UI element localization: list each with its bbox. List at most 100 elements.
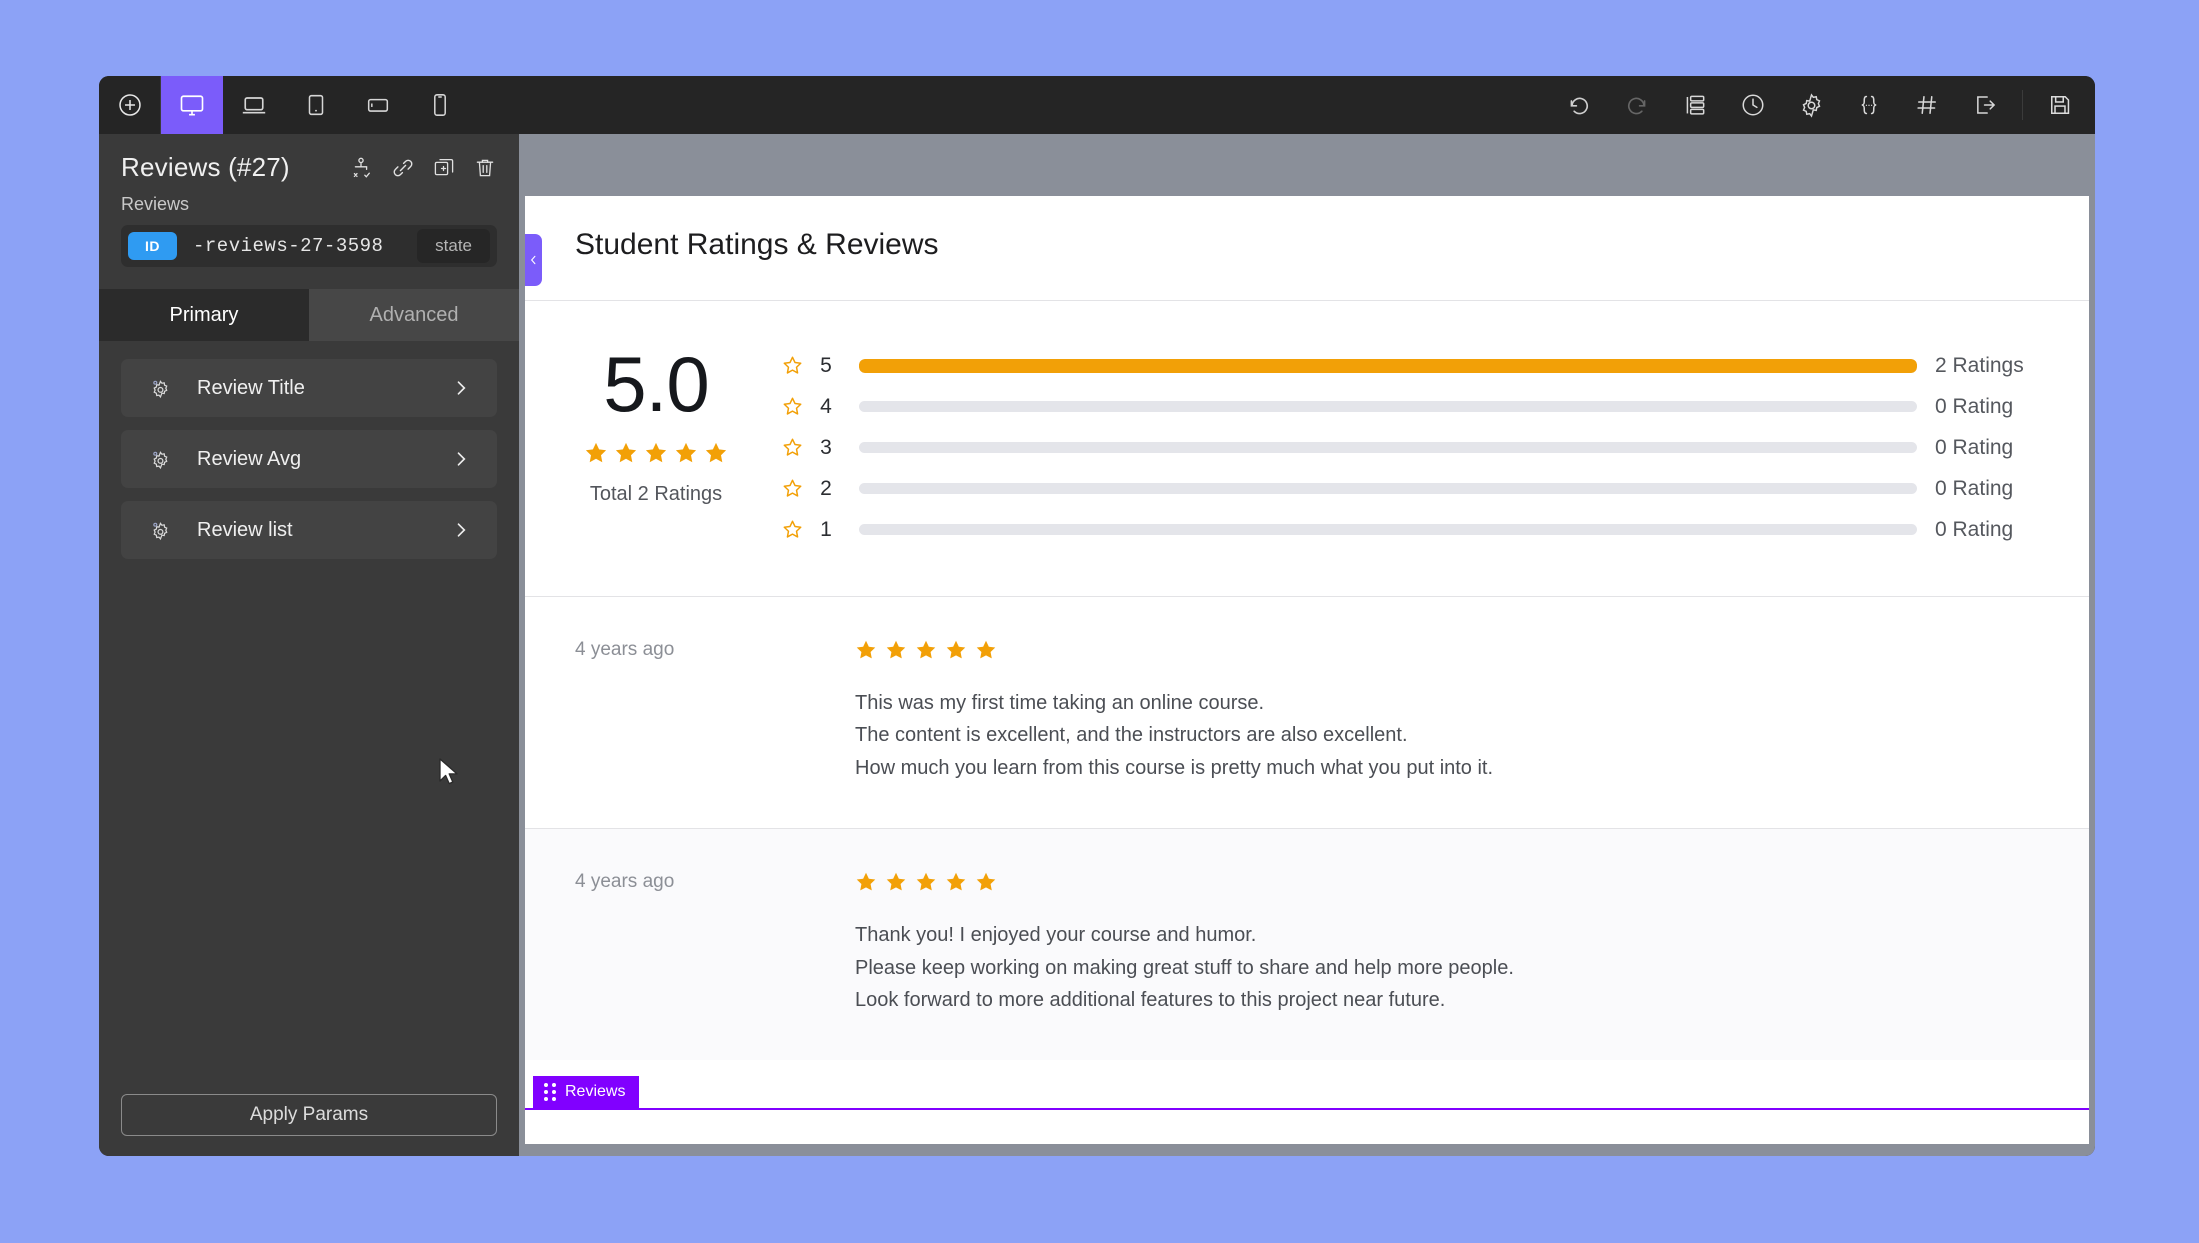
param-row-review-title[interactable]: Review Title — [121, 359, 497, 417]
param-row-review-avg[interactable]: Review Avg — [121, 430, 497, 488]
component-badge-label: Reviews — [565, 1083, 626, 1100]
rating-count-label: 0 Rating — [1935, 476, 2014, 500]
canvas-viewport: Student Ratings & Reviews 5.0 Total 2 Ra… — [519, 134, 2095, 1156]
rating-row: 2 0 Rating — [775, 468, 2085, 509]
star-outline-icon — [775, 437, 809, 458]
device-mobile-button[interactable] — [409, 76, 471, 134]
top-toolbar — [99, 76, 2095, 134]
chevron-right-icon — [457, 452, 466, 466]
review-text-line: How much you learn from this course is p… — [855, 756, 1494, 779]
chevron-right-icon — [457, 381, 466, 395]
duplicate-icon[interactable] — [432, 156, 456, 180]
tab-advanced[interactable]: Advanced — [309, 289, 519, 341]
rating-bar-fill — [859, 358, 1917, 373]
add-icon — [118, 94, 141, 116]
device-toolbar — [99, 76, 471, 134]
star-outline-icon — [775, 355, 809, 376]
collapse-panel-button[interactable] — [525, 234, 542, 286]
mobile-icon — [434, 94, 446, 116]
page-title: Reviews (#27) — [121, 152, 290, 182]
drag-handle-icon[interactable] — [544, 1083, 556, 1101]
apply-params-button[interactable]: Apply Params — [121, 1094, 497, 1136]
star-filled-icon — [976, 872, 996, 891]
rating-count-label: 2 Ratings — [1935, 353, 2024, 377]
history-icon — [1742, 94, 1764, 116]
state-chip[interactable]: state — [417, 229, 490, 263]
star-filled-icon — [946, 872, 966, 891]
element-id-row[interactable]: ID -reviews-27-3598 state — [121, 225, 497, 267]
star-filled-icon — [856, 640, 876, 659]
device-desktop-button[interactable] — [161, 76, 223, 134]
code-icon — [1861, 95, 1877, 115]
review-text-line: Please keep working on making great stuf… — [855, 956, 1514, 979]
review-item: 4 years ago This was my first time takin… — [525, 596, 2089, 828]
redo-button[interactable] — [1608, 76, 1666, 134]
rating-row: 5 2 Ratings — [775, 345, 2085, 386]
rating-level: 4 — [820, 394, 832, 418]
param-label: Review Avg — [197, 447, 302, 470]
star-outline-icon — [775, 478, 809, 499]
history-button[interactable] — [1724, 76, 1782, 134]
rating-count-label: 0 Rating — [1935, 435, 2014, 459]
chevron-right-icon — [457, 523, 466, 537]
average-score: 5.0 — [603, 340, 709, 428]
preview-heading: Student Ratings & Reviews — [575, 228, 939, 261]
gear-glyph — [152, 450, 167, 469]
undo-button[interactable] — [1550, 76, 1608, 134]
save-button[interactable] — [2031, 76, 2089, 134]
action-toolbar — [1550, 76, 2095, 134]
link-icon[interactable] — [391, 156, 415, 180]
apply-params-wrap: Apply Params — [99, 1094, 519, 1136]
star-filled-icon — [916, 872, 936, 891]
review-body: Thank you! I enjoyed your course and hum… — [855, 871, 2089, 1016]
chevron-left-icon — [530, 255, 536, 265]
toolbar-divider — [2022, 90, 2023, 120]
star-filled-icon — [886, 640, 906, 659]
sidebar-header: Reviews (#27) Reviews ID -reviews-27-359… — [99, 134, 519, 267]
device-laptop-button[interactable] — [223, 76, 285, 134]
ratings-summary: 5.0 Total 2 Ratings 5 2 Ratings 4 0 Rati… — [525, 301, 2089, 596]
rating-bar-track — [859, 524, 1917, 535]
tab-primary[interactable]: Primary — [99, 289, 309, 341]
device-tablet-landscape-button[interactable] — [347, 76, 409, 134]
rating-bar-track — [859, 442, 1917, 453]
add-button[interactable] — [99, 76, 161, 134]
id-badge: ID — [128, 232, 177, 260]
gear-glyph — [152, 379, 167, 398]
star-filled-icon — [705, 442, 727, 463]
tablet-landscape-icon — [367, 98, 389, 112]
grid-button[interactable] — [1898, 76, 1956, 134]
gear-icon — [121, 448, 197, 471]
desktop-icon — [180, 95, 204, 116]
gear-icon — [121, 519, 197, 542]
rating-level: 3 — [820, 435, 832, 459]
preview-page: Student Ratings & Reviews 5.0 Total 2 Ra… — [525, 196, 2089, 1144]
delete-icon[interactable] — [473, 156, 497, 180]
tablet-icon — [308, 94, 324, 116]
star-outline-icon — [775, 396, 809, 417]
settings-button[interactable] — [1782, 76, 1840, 134]
id-value[interactable]: -reviews-27-3598 — [193, 235, 383, 257]
code-button[interactable] — [1840, 76, 1898, 134]
review-text-line: Thank you! I enjoyed your course and hum… — [855, 924, 1257, 947]
review-stars — [855, 639, 2089, 661]
component-badge[interactable]: Reviews — [533, 1076, 640, 1108]
average-stars — [537, 441, 775, 465]
params-list: Review Title Review Avg Review list — [99, 341, 519, 559]
param-label: Review list — [197, 518, 293, 541]
sidebar-subtitle: Reviews — [121, 194, 190, 214]
assign-icon[interactable] — [350, 156, 374, 180]
rating-count-label: 0 Rating — [1935, 517, 2014, 541]
export-button[interactable] — [1956, 76, 2014, 134]
rating-row: 4 0 Rating — [775, 386, 2085, 427]
device-tablet-button[interactable] — [285, 76, 347, 134]
param-row-review-list[interactable]: Review list — [121, 501, 497, 559]
param-label: Review Title — [197, 376, 305, 399]
rating-level: 5 — [820, 353, 832, 377]
layers-button[interactable] — [1666, 76, 1724, 134]
rating-count-label: 0 Rating — [1935, 394, 2014, 418]
review-text-line: This was my first time taking an online … — [855, 692, 1265, 714]
star-filled-icon — [585, 442, 607, 463]
export-icon — [1977, 96, 1996, 114]
